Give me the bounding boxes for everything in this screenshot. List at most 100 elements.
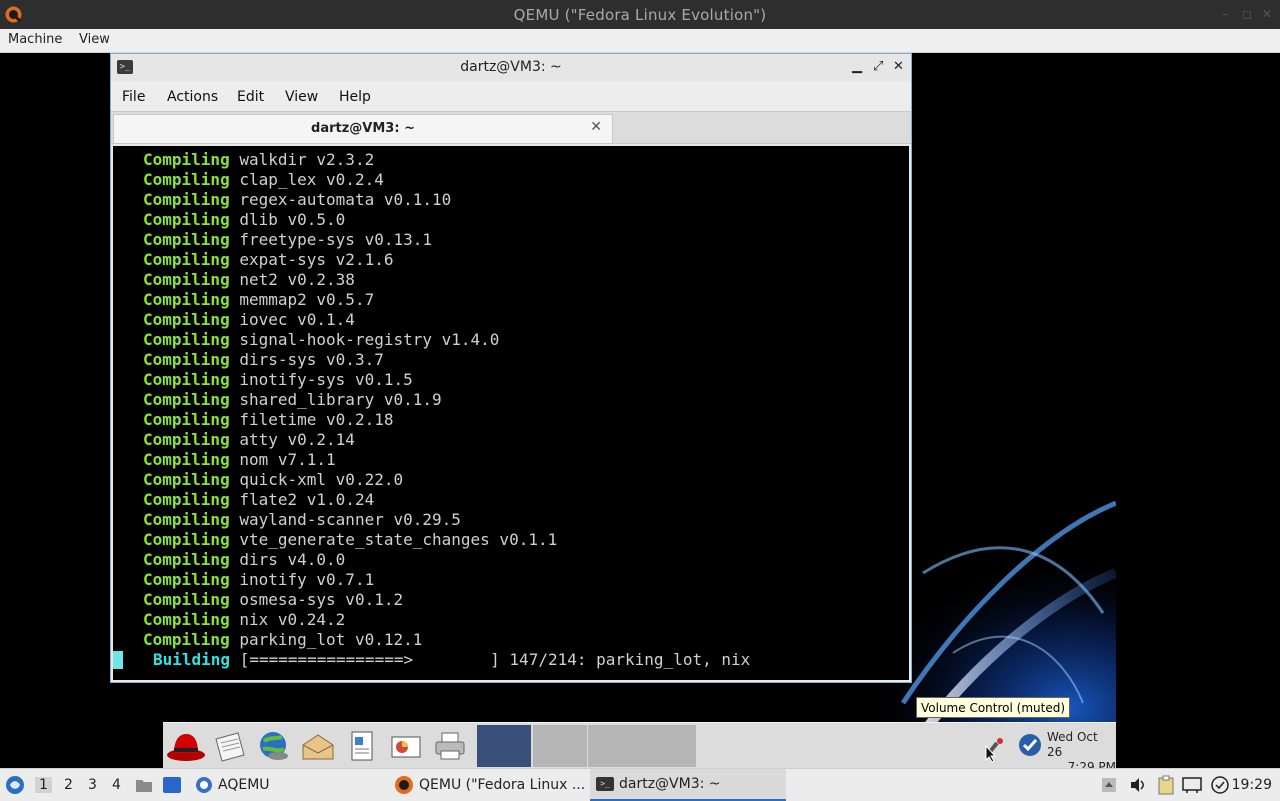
terminal-menu-actions[interactable]: Actions (167, 89, 218, 105)
terminal-tabbar: dartz@VM3: ~ ✕ (111, 111, 911, 144)
terminal-line-keyword: Compiling (143, 370, 230, 389)
terminal-line-keyword: Compiling (143, 390, 230, 409)
terminal-line: Compiling net2 v0.2.38 (143, 270, 355, 290)
browser-globe-icon[interactable] (253, 726, 295, 766)
terminal-menu-edit[interactable]: Edit (237, 89, 264, 105)
desktop-icon[interactable] (163, 777, 181, 793)
terminal-line-text: signal-hook-registry v1.4.0 (239, 330, 500, 349)
terminal-line-text: expat-sys v2.1.6 (239, 250, 394, 269)
terminal-line-keyword: Compiling (143, 190, 230, 209)
workspace-box-4[interactable] (642, 725, 696, 767)
terminal-line-keyword: Compiling (143, 550, 230, 569)
tray-upload-icon[interactable] (1101, 776, 1117, 794)
host-titlebar: QEMU ("Fedora Linux Evolution") – ◻ ✕ (0, 0, 1280, 29)
maximize-icon[interactable]: ◻ (1242, 7, 1252, 21)
guest-black-margin-right (1116, 53, 1280, 768)
terminal-line: Compiling regex-automata v0.1.10 (143, 190, 451, 210)
terminal-menu-file[interactable]: File (122, 89, 145, 105)
terminal-line-keyword: Compiling (143, 430, 230, 449)
taskbar-item-aqemu[interactable]: AQEMU (195, 769, 270, 801)
terminal-line-text: memmap2 v0.5.7 (239, 290, 375, 309)
terminal-line: Compiling dlib v0.5.0 (143, 210, 345, 230)
terminal-line-keyword: Compiling (143, 170, 230, 189)
tray-volume-icon[interactable] (1129, 776, 1147, 794)
terminal-line: Compiling vte_generate_state_changes v0.… (143, 530, 557, 550)
terminal-line: Compiling memmap2 v0.5.7 (143, 290, 374, 310)
terminal-line-keyword: Compiling (143, 210, 230, 229)
terminal-line: Compiling shared_library v0.1.9 (143, 390, 442, 410)
text-editor-icon[interactable] (209, 726, 251, 766)
workspace-box-2[interactable] (533, 725, 587, 767)
menu-view[interactable]: View (79, 32, 110, 47)
host-window-title: QEMU ("Fedora Linux Evolution") (513, 6, 767, 24)
terminal-line-text: dlib v0.5.0 (239, 210, 346, 229)
tray-clipboard-icon[interactable] (1156, 775, 1176, 795)
terminal-line-text: dirs-sys v0.3.7 (239, 350, 384, 369)
terminal-output[interactable]: Compiling walkdir v2.3.2 Compiling clap_l… (113, 146, 909, 680)
terminal-close-icon[interactable]: ✕ (893, 59, 904, 74)
terminal-line: Compiling parking_lot v0.12.1 (143, 630, 422, 650)
terminal-line: Compiling quick-xml v0.22.0 (143, 470, 403, 490)
guest-panel-clock[interactable]: Wed Oct 26 7:29 PM (1047, 730, 1116, 768)
office-impress-icon[interactable] (385, 726, 427, 766)
lxqt-start-menu-icon[interactable] (5, 775, 25, 795)
tab-close-icon[interactable]: ✕ (590, 119, 602, 135)
terminal-line: Compiling inotify v0.7.1 (143, 570, 374, 590)
terminal-line-text: inotify v0.7.1 (239, 570, 375, 589)
terminal-line-keyword: Compiling (143, 450, 230, 469)
terminal-line: Compiling dirs v4.0.0 (143, 550, 345, 570)
terminal-line-keyword: Compiling (143, 510, 230, 529)
terminal-small-icon: >_ (596, 777, 614, 791)
terminal-menu-help[interactable]: Help (339, 89, 371, 105)
terminal-line: Compiling osmesa-sys v0.1.2 (143, 590, 403, 610)
terminal-line-keyword: Compiling (143, 590, 230, 609)
terminal-maximize-icon[interactable]: ⤢ (873, 59, 883, 74)
host-taskbar: 1 2 3 4 AQEMU QEMU ("Fedora Linux ... >_… (0, 768, 1280, 801)
folder-icon[interactable] (135, 776, 153, 794)
terminal-line-keyword: Compiling (143, 410, 230, 429)
terminal-line-text: walkdir v2.3.2 (239, 150, 375, 169)
guest-panel: Wed Oct 26 7:29 PM (163, 722, 1116, 768)
terminal-line: Compiling flate2 v1.0.24 (143, 490, 374, 510)
terminal-titlebar[interactable]: >_ dartz@VM3: ~ ▁ ⤢ ✕ (111, 54, 911, 81)
taskbar-item-qemu[interactable]: QEMU ("Fedora Linux ... (394, 769, 590, 801)
guest-screen[interactable]: >_ dartz@VM3: ~ ▁ ⤢ ✕ File Actions Edit … (0, 53, 1280, 768)
workspace-3[interactable]: 3 (88, 777, 97, 793)
aqemu-icon (196, 777, 212, 793)
tray-network-icon[interactable] (1182, 776, 1202, 794)
menu-machine[interactable]: Machine (8, 32, 62, 47)
terminal-menu-view[interactable]: View (285, 89, 318, 105)
workspace-box-1[interactable] (477, 725, 531, 767)
terminal-line-keyword: Compiling (143, 610, 230, 629)
terminal-cursor (113, 651, 123, 669)
close-icon[interactable]: ✕ (1262, 7, 1272, 21)
update-checkmark-icon[interactable] (1018, 733, 1042, 757)
workspace-2[interactable]: 2 (64, 777, 73, 793)
terminal-line-text: nix v0.24.2 (239, 610, 346, 629)
workspace-1[interactable]: 1 (35, 777, 52, 793)
redhat-menu-icon[interactable] (165, 726, 207, 766)
terminal-window-title: dartz@VM3: ~ (460, 59, 562, 75)
terminal-line-keyword: Compiling (143, 250, 230, 269)
printer-icon[interactable] (429, 726, 471, 766)
terminal-line: Compiling freetype-sys v0.13.1 (143, 230, 432, 250)
terminal-window[interactable]: >_ dartz@VM3: ~ ▁ ⤢ ✕ File Actions Edit … (110, 53, 912, 683)
host-clock[interactable]: 19:29 (1232, 777, 1272, 793)
terminal-line-keyword: Compiling (143, 290, 230, 309)
office-writer-icon[interactable] (341, 726, 383, 766)
terminal-line-text: dirs v4.0.0 (239, 550, 346, 569)
terminal-line-text: flate2 v1.0.24 (239, 490, 375, 509)
terminal-line: Compiling clap_lex v0.2.4 (143, 170, 384, 190)
terminal-line-text: freetype-sys v0.13.1 (239, 230, 432, 249)
workspace-4[interactable]: 4 (112, 777, 121, 793)
terminal-tab[interactable]: dartz@VM3: ~ ✕ (113, 114, 613, 143)
tray-update-icon[interactable] (1211, 776, 1229, 794)
guest-clock-time: 7:29 PM (1067, 760, 1116, 768)
mail-icon[interactable] (297, 726, 339, 766)
terminal-line-text: regex-automata v0.1.10 (239, 190, 452, 209)
workspace-box-3[interactable] (588, 725, 642, 767)
terminal-minimize-icon[interactable]: ▁ (852, 59, 862, 74)
minimize-icon[interactable]: – (1222, 7, 1228, 21)
terminal-line-keyword: Compiling (143, 570, 230, 589)
taskbar-item-terminal[interactable]: >_ dartz@VM3: ~ (590, 769, 786, 801)
